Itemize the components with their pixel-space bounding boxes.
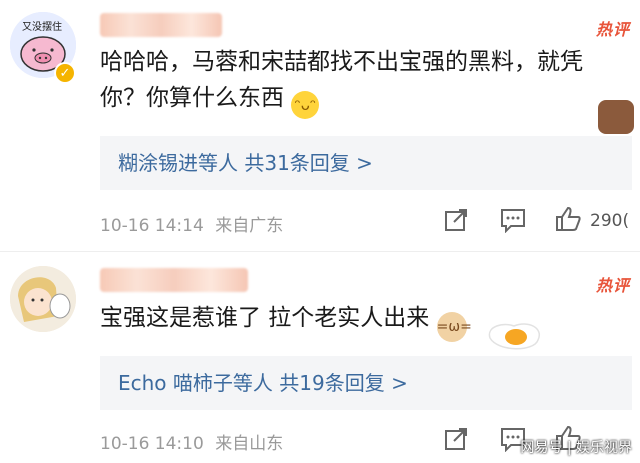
watermark: 网易号 | 娱乐视界: [520, 440, 632, 456]
comment-text: 哈哈哈，马蓉和宋喆都找不出宝强的黑料，就凭 你？你算什么东西 ᵔᴗᵔ: [100, 44, 630, 119]
comment-location: 来自广东: [215, 216, 284, 236]
fried-egg-sticker-icon: [488, 323, 541, 350]
avatar-caption: 又没摆住: [22, 22, 62, 33]
share-icon[interactable]: [443, 207, 469, 233]
girl-avatar-icon: [10, 266, 76, 332]
reply-summary-box[interactable]: Echo 喵柿子等人 共19条回复 >: [100, 356, 632, 410]
comment-meta: 10-16 14:10 来自山东: [100, 429, 283, 454]
comment-text-line1: 哈哈哈，马蓉和宋喆都找不出宝强的黑料，就凭: [100, 49, 583, 75]
share-icon[interactable]: [443, 426, 469, 452]
reply-summary-link[interactable]: Echo 喵柿子等人 共19条回复 >: [118, 356, 408, 410]
comment-1: 又没摆住 ✓ 热评 哈哈哈，马蓉和宋喆都找不出宝强的黑料，就凭 你？你算什么东西…: [0, 0, 640, 250]
hot-comment-badge: 热评: [595, 276, 630, 295]
reply-summary-box[interactable]: 糊涂锡进等人 共31条回复 >: [100, 136, 632, 190]
sticker-decoration: [598, 100, 634, 134]
hot-comment-badge: 热评: [595, 20, 630, 39]
comment-text: 宝强这是惹谁了 拉个老实人出来 =ω=: [100, 300, 472, 342]
comment-time: 10-16 14:10: [100, 434, 204, 454]
comment-text-content: 宝强这是惹谁了 拉个老实人出来: [100, 305, 430, 331]
comment-time: 10-16 14:14: [100, 216, 204, 236]
comment-2: 热评 宝强这是惹谁了 拉个老实人出来 =ω= Echo 喵柿子等人 共19条回复…: [0, 252, 640, 463]
laughing-emoji-icon: ᵔᴗᵔ: [291, 91, 320, 119]
comment-text-line2-wrap: 你？你算什么东西 ᵔᴗᵔ: [100, 80, 630, 119]
comment-location: 来自山东: [215, 434, 284, 454]
reply-summary-link[interactable]: 糊涂锡进等人 共31条回复 >: [118, 136, 373, 190]
username-blurred[interactable]: [100, 13, 222, 37]
comment-meta: 10-16 14:14 来自广东: [100, 211, 283, 236]
comment-text-line2: 你？你算什么东西: [100, 85, 284, 111]
verified-badge-icon: ✓: [54, 62, 76, 84]
cat-emoji-icon: =ω=: [436, 312, 472, 342]
comment-icon[interactable]: [499, 207, 527, 233]
like-count: 290(: [590, 211, 630, 231]
username-blurred[interactable]: [100, 268, 248, 292]
like-icon[interactable]: [554, 205, 582, 233]
avatar[interactable]: [10, 266, 76, 332]
